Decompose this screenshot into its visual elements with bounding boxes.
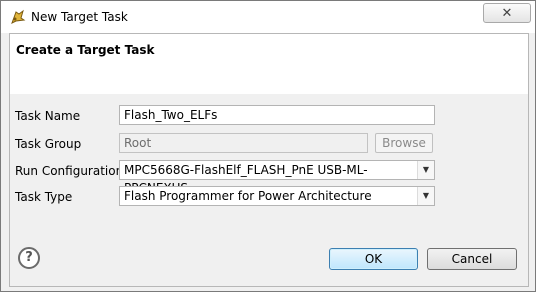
task-type-row: Task Type Flash Programmer for Power Arc… xyxy=(10,186,528,208)
window-title: New Target Task xyxy=(31,10,128,24)
task-type-value: Flash Programmer for Power Architecture xyxy=(124,189,372,203)
task-name-label: Task Name xyxy=(15,109,81,123)
task-type-label: Task Type xyxy=(15,190,73,204)
run-configuration-select[interactable]: MPC5668G-FlashElf_FLASH_PnE USB-ML-PPCNE… xyxy=(119,160,435,195)
cancel-button[interactable]: Cancel xyxy=(427,248,517,270)
new-target-task-dialog: New Target Task ✕ Create a Target Task T… xyxy=(0,0,536,292)
task-group-row: Task Group Root Browse ... xyxy=(10,133,528,168)
title-bar: New Target Task ✕ xyxy=(1,1,535,33)
app-icon xyxy=(10,9,26,25)
task-name-row: Task Name Flash_Two_ELFs xyxy=(10,105,528,127)
ok-button[interactable]: OK xyxy=(329,248,418,270)
task-name-input[interactable]: Flash_Two_ELFs xyxy=(119,105,435,125)
run-configuration-row: Run Configuration MPC5668G-FlashElf_FLAS… xyxy=(10,160,528,195)
browse-button: Browse ... xyxy=(375,133,433,168)
page-title: Create a Target Task xyxy=(16,43,155,57)
run-configuration-label: Run Configuration xyxy=(15,164,124,178)
help-icon[interactable]: ? xyxy=(18,247,40,269)
dialog-header: Create a Target Task xyxy=(9,33,529,95)
close-button[interactable]: ✕ xyxy=(483,3,531,23)
task-group-input: Root xyxy=(119,133,368,153)
chevron-down-icon[interactable]: ▼ xyxy=(417,187,434,205)
task-type-select[interactable]: Flash Programmer for Power Architecture … xyxy=(119,186,435,206)
task-group-label: Task Group xyxy=(15,137,82,151)
close-icon: ✕ xyxy=(501,5,513,21)
chevron-down-icon[interactable]: ▼ xyxy=(417,161,434,179)
